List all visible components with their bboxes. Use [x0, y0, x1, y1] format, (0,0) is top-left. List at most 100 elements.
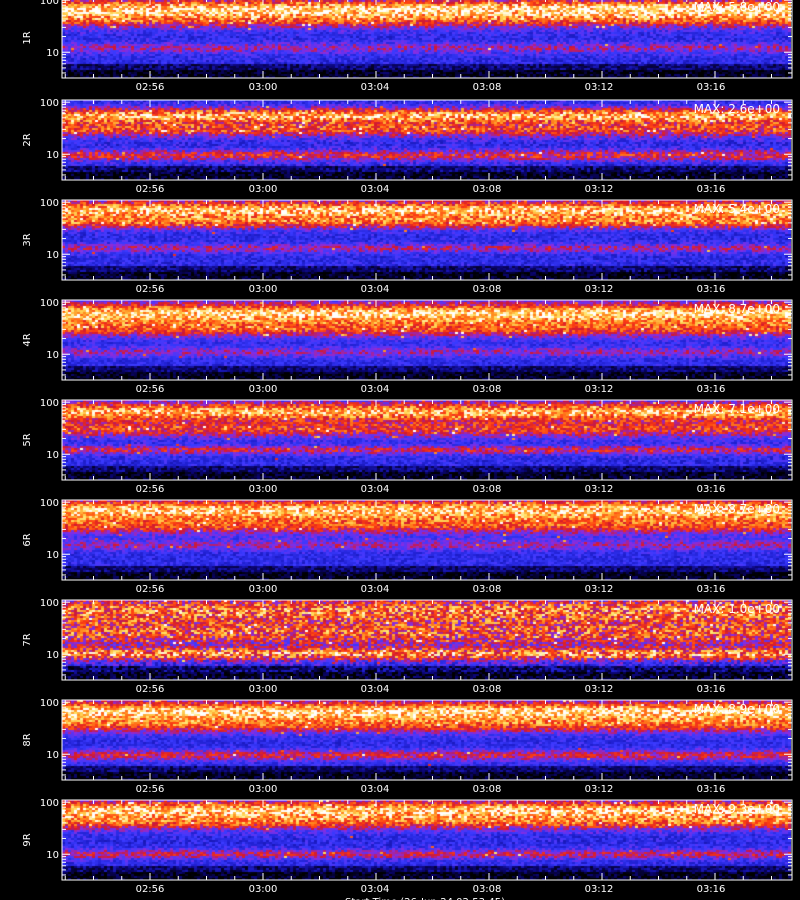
x-tick-label: 03:04: [361, 784, 390, 795]
x-tick-label: 03:16: [697, 82, 726, 93]
x-tick-label: 03:00: [249, 82, 278, 93]
y-tick-label: 10: [46, 48, 59, 59]
y-tick-label: 10: [46, 450, 59, 461]
y-tick-label: 10: [46, 250, 59, 261]
max-annotation: MAX: 7.1e+00: [694, 402, 780, 416]
x-tick-label: 03:12: [585, 184, 614, 195]
x-tick-label: 03:04: [361, 684, 390, 695]
heatmap-image-4r: [62, 300, 791, 380]
x-tick-label: 03:08: [473, 784, 502, 795]
x-tick-label: 03:08: [473, 684, 502, 695]
panel-3r: 100 10 3R MAX: 5.4e+00 02:56 03:00 03:04 03:08 0…: [22, 198, 793, 295]
heatmap-image-2r: [62, 100, 791, 180]
x-tick-label: 03:16: [697, 284, 726, 295]
heatmap-image-5r: [62, 400, 791, 480]
x-tick-label: 02:56: [136, 184, 165, 195]
y-tick-label: 100: [40, 298, 59, 309]
y-tick-label: 10: [46, 350, 59, 361]
x-tick-label: 03:12: [585, 884, 614, 895]
y-tick-label: 100: [40, 0, 59, 7]
max-annotation: MAX: 5.4e+00: [694, 202, 780, 216]
panel-label: 6R: [22, 533, 33, 546]
x-tick-label: 03:16: [697, 784, 726, 795]
panel-7r: 100 10 7R MAX: 1.0e+00 02:56 03:00 03:04 03:08 0…: [22, 598, 793, 695]
x-tick-label: 03:00: [249, 784, 278, 795]
x-tick-label: 03:12: [585, 584, 614, 595]
y-tick-label: 10: [46, 750, 59, 761]
panel-label: 4R: [22, 333, 33, 346]
x-tick-label: 03:00: [249, 684, 278, 695]
x-tick-label: 03:16: [697, 484, 726, 495]
x-tick-label: 03:00: [249, 484, 278, 495]
x-tick-label: 02:56: [136, 684, 165, 695]
x-tick-label: 03:00: [249, 884, 278, 895]
x-tick-label: 03:12: [585, 284, 614, 295]
spectrogram-figure: 100 10 1R MAX: 5.8e+00 02:56 03:00 03:04 03:08 0…: [0, 0, 800, 900]
x-tick-label: 03:16: [697, 684, 726, 695]
x-tick-label: 03:12: [585, 684, 614, 695]
x-tick-label: 02:56: [136, 884, 165, 895]
x-tick-label: 03:00: [249, 384, 278, 395]
x-tick-label: 03:16: [697, 884, 726, 895]
max-annotation: MAX: 2.6e+00: [694, 102, 780, 116]
x-tick-label: 03:16: [697, 584, 726, 595]
panel-label: 5R: [22, 433, 33, 446]
heatmap-image-6r: [62, 500, 791, 580]
x-tick-label: 03:12: [585, 82, 614, 93]
x-tick-label: 02:56: [136, 82, 165, 93]
x-tick-label: 03:04: [361, 584, 390, 595]
heatmap-image-8r: [62, 700, 791, 780]
y-tick-label: 10: [46, 850, 59, 861]
max-annotation: MAX: 1.0e+00: [694, 602, 780, 616]
x-tick-label: 03:16: [697, 384, 726, 395]
x-tick-label: 03:04: [361, 384, 390, 395]
y-tick-label: 100: [40, 698, 59, 709]
x-tick-label: 03:12: [585, 484, 614, 495]
panel-label: 2R: [22, 133, 33, 146]
x-tick-label: 03:08: [473, 184, 502, 195]
x-tick-label: 02:56: [136, 784, 165, 795]
x-tick-label: 03:08: [473, 884, 502, 895]
x-tick-label: 03:08: [473, 384, 502, 395]
max-annotation: MAX: 8.9e+00: [694, 702, 780, 716]
y-tick-label: 100: [40, 598, 59, 609]
x-tick-label: 03:12: [585, 384, 614, 395]
x-tick-label: 03:12: [585, 784, 614, 795]
panel-6r: 100 10 6R MAX: 8.7e+00 02:56 03:00 03:04 03:08 0…: [22, 498, 793, 595]
max-annotation: MAX: 8.7e+00: [694, 302, 780, 316]
panel-9r: 100 10 9R MAX: 9.3e+00 02:56 03:00 03:04 03:08 0…: [22, 798, 793, 895]
panel-8r: 100 10 8R MAX: 8.9e+00 02:56 03:00 03:04 03:08 0…: [22, 698, 793, 795]
panel-1r: 100 10 1R MAX: 5.8e+00 02:56 03:00 03:04 03:08 0…: [22, 0, 793, 93]
x-tick-label: 03:04: [361, 484, 390, 495]
x-tick-label: 03:04: [361, 184, 390, 195]
y-tick-label: 100: [40, 198, 59, 209]
x-tick-label: 03:04: [361, 284, 390, 295]
x-tick-label: 02:56: [136, 284, 165, 295]
heatmap-image-3r: [62, 200, 791, 280]
panel-2r: 100 10 2R MAX: 2.6e+00 02:56 03:00 03:04 03:08 0…: [22, 98, 793, 195]
panel-5r: 100 10 5R MAX: 7.1e+00 02:56 03:00 03:04 03:08 0…: [22, 398, 793, 495]
y-tick-label: 100: [40, 398, 59, 409]
panel-label: 1R: [22, 31, 33, 44]
y-tick-label: 10: [46, 550, 59, 561]
x-tick-label: 02:56: [136, 484, 165, 495]
panel-label: 9R: [22, 833, 33, 846]
x-tick-label: 03:00: [249, 184, 278, 195]
panel-4r: 100 10 4R MAX: 8.7e+00 02:56 03:00 03:04 03:08 0…: [22, 298, 793, 395]
x-tick-label: 02:56: [136, 384, 165, 395]
x-tick-label: 03:08: [473, 82, 502, 93]
panel-label: 7R: [22, 633, 33, 646]
x-tick-label: 03:00: [249, 584, 278, 595]
max-annotation: MAX: 8.7e+00: [694, 502, 780, 516]
heatmap-image-1r: [62, 0, 791, 78]
x-tick-label: 03:00: [249, 284, 278, 295]
x-tick-label: 03:08: [473, 484, 502, 495]
y-tick-label: 10: [46, 150, 59, 161]
panel-label: 3R: [22, 233, 33, 246]
x-tick-label: 03:04: [361, 82, 390, 93]
max-annotation: MAX: 9.3e+00: [694, 802, 780, 816]
y-tick-label: 10: [46, 650, 59, 661]
x-tick-label: 03:04: [361, 884, 390, 895]
x-tick-label: 03:08: [473, 584, 502, 595]
x-tick-label: 02:56: [136, 584, 165, 595]
